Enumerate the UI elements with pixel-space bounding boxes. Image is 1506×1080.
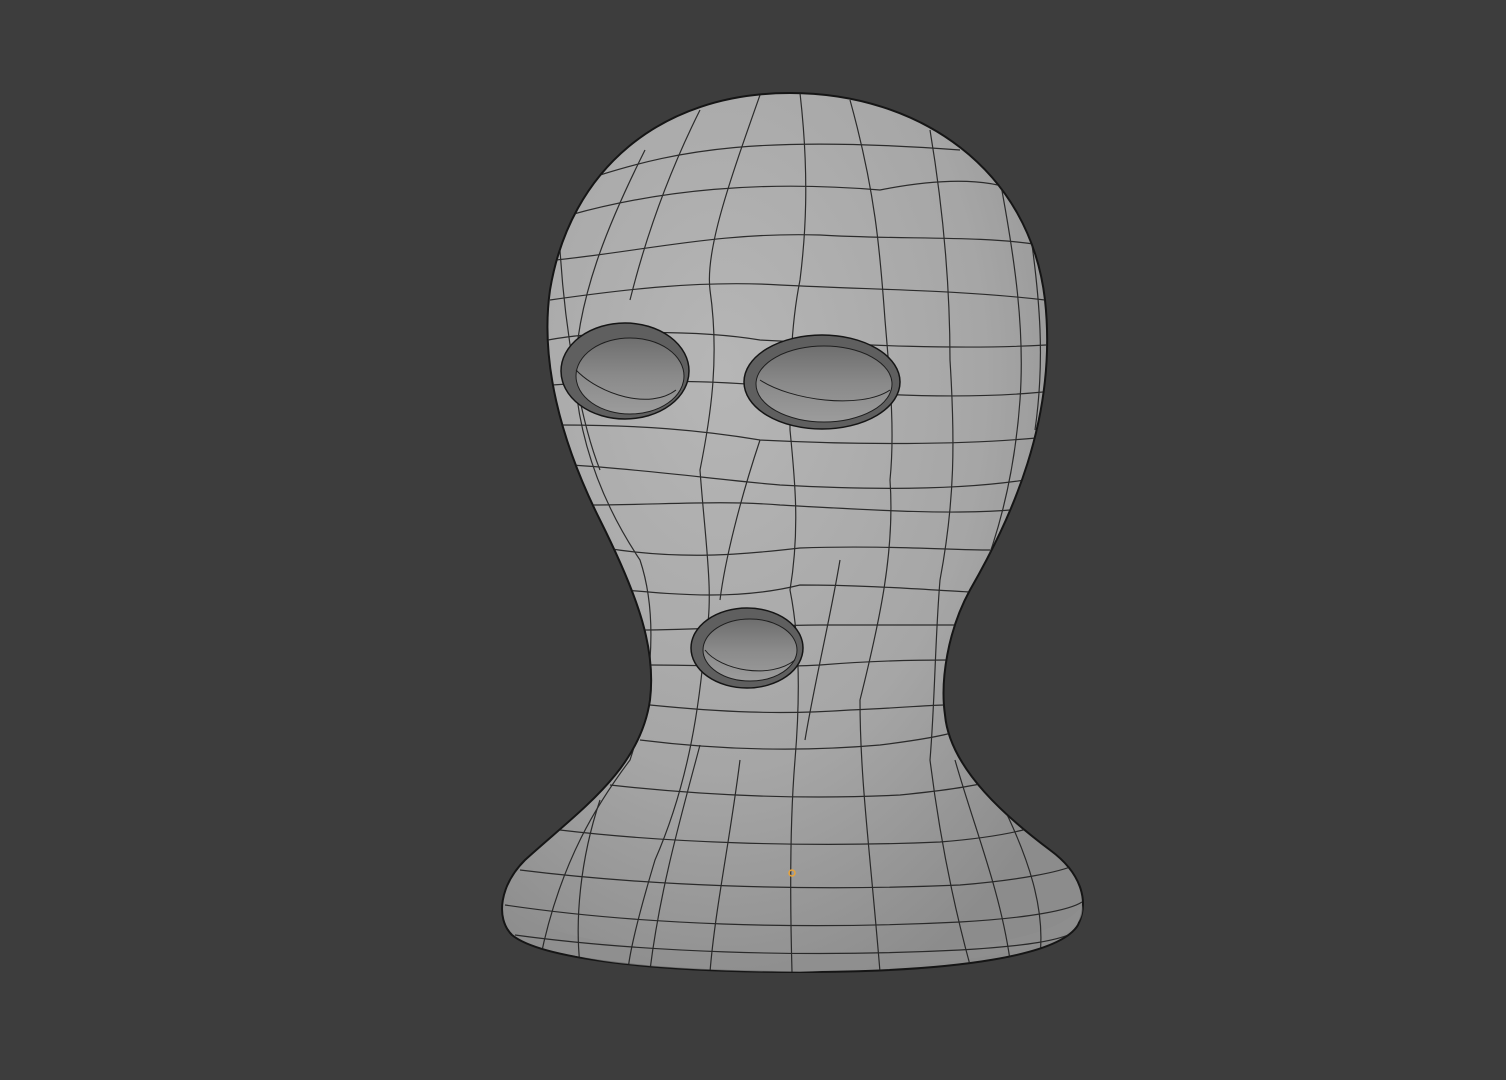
balaclava-mesh[interactable] <box>501 91 1084 974</box>
3d-viewport[interactable] <box>0 0 1506 1080</box>
right-eye-hole <box>743 334 901 430</box>
left-eye-hole <box>560 322 690 420</box>
mouth-hole <box>690 607 804 689</box>
viewport-canvas[interactable] <box>0 0 1506 1080</box>
